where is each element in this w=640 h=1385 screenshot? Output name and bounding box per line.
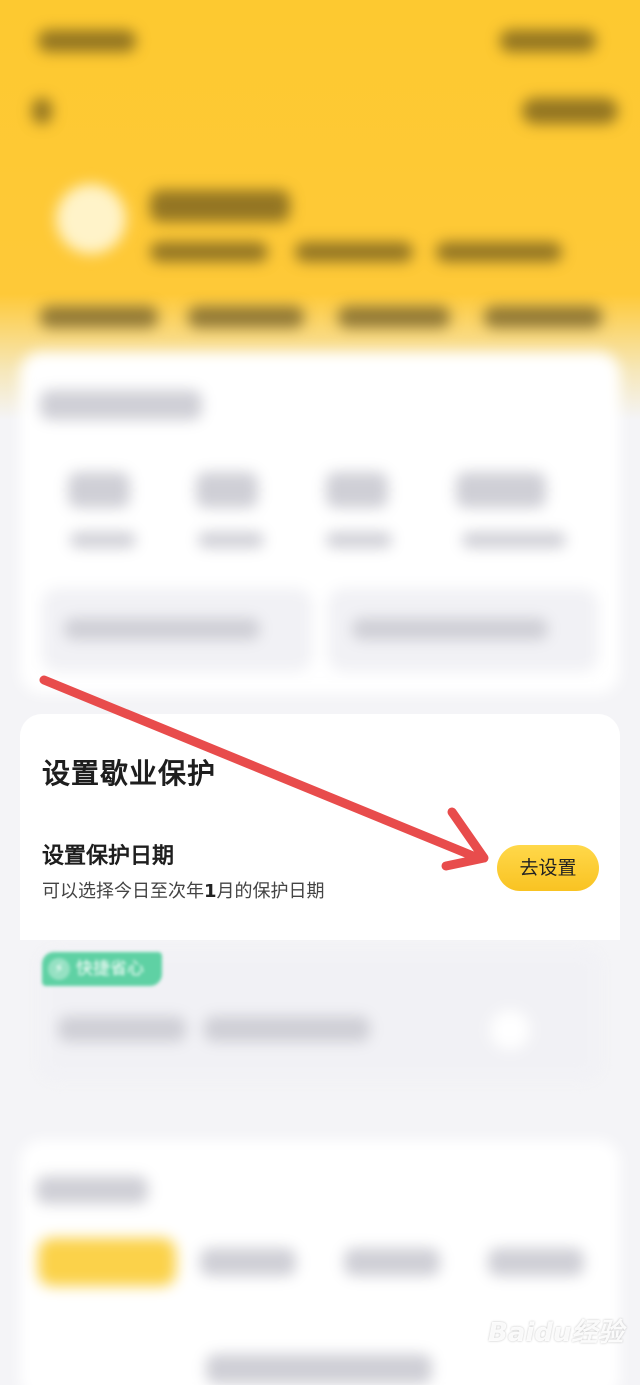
toggle-placeholder[interactable]: [490, 1010, 530, 1050]
feature-placeholder: [484, 306, 602, 328]
stat-value-placeholder: [326, 472, 388, 508]
bottom-text-placeholder: [206, 1354, 432, 1384]
quick-option-text-placeholder: [204, 1016, 370, 1042]
feature-placeholder: [188, 306, 304, 328]
stat-value-placeholder: [196, 472, 258, 508]
option-chip[interactable]: [488, 1248, 584, 1276]
store-name-placeholder: [150, 190, 290, 222]
go-set-button[interactable]: 去设置: [497, 845, 599, 891]
option-chip-selected[interactable]: [38, 1238, 176, 1286]
stat-value-placeholder: [68, 472, 130, 508]
option-chip[interactable]: [344, 1248, 440, 1276]
lightning-icon: ⚡: [48, 958, 70, 980]
store-tag-placeholder: [295, 242, 413, 262]
quick-badge-label: 快捷省心: [76, 959, 144, 979]
quick-badge: ⚡ 快捷省心: [42, 952, 162, 986]
protect-date-title: 设置保护日期: [42, 844, 175, 869]
store-tag-placeholder: [150, 242, 268, 262]
feature-placeholder: [40, 306, 158, 328]
store-tag-placeholder: [436, 242, 562, 262]
subcard-text-placeholder: [352, 618, 548, 640]
stat-label-placeholder: [70, 532, 136, 548]
stats-title-placeholder: [40, 390, 202, 420]
desc-prefix: 可以选择今日至次年: [42, 881, 204, 902]
status-time-placeholder: [38, 30, 136, 52]
stat-label-placeholder: [462, 532, 566, 548]
feature-placeholder: [338, 306, 450, 328]
watermark-text: Baidu经验: [488, 1318, 624, 1348]
desc-month: 1: [204, 881, 217, 902]
bottom-title-placeholder: [36, 1176, 148, 1204]
desc-suffix: 月的保护日期: [216, 881, 325, 902]
watermark-sub: jingyan.baidu.com: [494, 1352, 596, 1365]
stat-label-placeholder: [326, 532, 392, 548]
stat-value-placeholder: [456, 472, 546, 508]
section-title: 设置歇业保护: [42, 757, 217, 790]
status-icons-placeholder: [500, 30, 596, 52]
protect-date-desc: 可以选择今日至次年1月的保护日期: [42, 877, 325, 903]
protection-card: [20, 714, 620, 940]
nav-action-placeholder[interactable]: [522, 98, 618, 124]
store-avatar: [56, 184, 126, 254]
watermark: Baidu经验 jingyan.baidu.com: [488, 1312, 638, 1376]
stat-label-placeholder: [198, 532, 264, 548]
subcard-text-placeholder: [64, 618, 260, 640]
quick-option-text-placeholder: [58, 1016, 186, 1042]
back-icon[interactable]: [32, 98, 52, 124]
option-chip[interactable]: [200, 1248, 296, 1276]
